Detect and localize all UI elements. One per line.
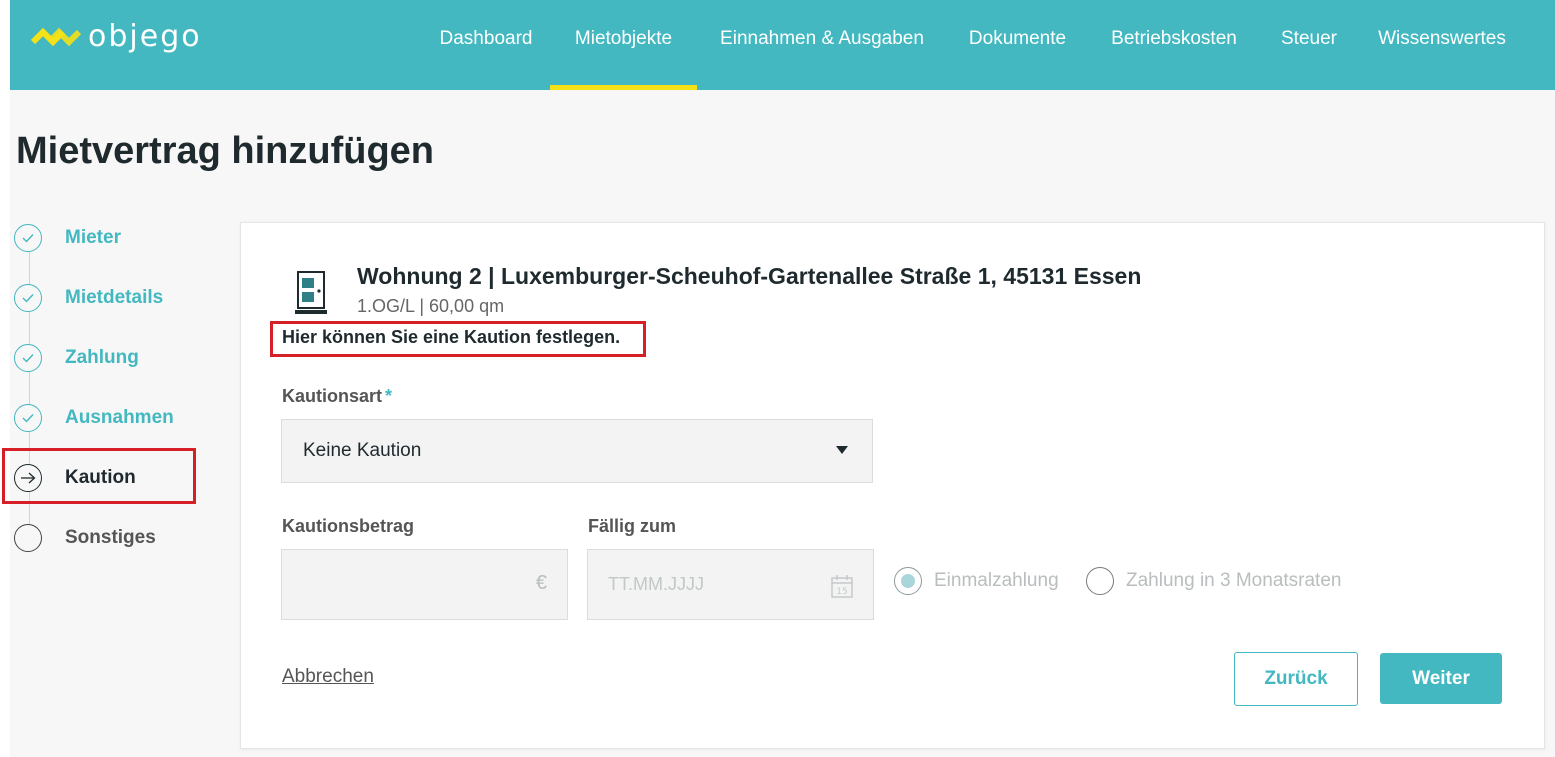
back-button[interactable]: Zurück (1234, 652, 1358, 706)
calendar-icon[interactable]: 15 (831, 574, 853, 598)
calendar-day-number: 15 (836, 587, 847, 597)
radio-einmalzahlung[interactable]: Einmalzahlung (894, 567, 1059, 595)
step-sonstiges[interactable]: Sonstiges (14, 522, 156, 554)
step-ausnahmen[interactable]: Ausnahmen (14, 402, 174, 434)
deposit-type-selected-value: Keine Kaution (303, 440, 422, 461)
nav-item-mietobjekte[interactable]: Mietobjekte (550, 0, 697, 90)
next-button[interactable]: Weiter (1380, 653, 1502, 704)
check-icon (14, 344, 42, 372)
step-label: Mieter (65, 227, 121, 248)
radio-label: Einmalzahlung (934, 570, 1059, 591)
deposit-type-label: Kautionsart * (282, 386, 392, 407)
nav-item-dokumente[interactable]: Dokumente (960, 0, 1075, 90)
radio-monatsraten[interactable]: Zahlung in 3 Monatsraten (1086, 567, 1341, 595)
step-zahlung[interactable]: Zahlung (14, 342, 139, 374)
nav-item-dashboard[interactable]: Dashboard (430, 0, 542, 90)
check-icon (14, 404, 42, 432)
deposit-hint-text: Hier können Sie eine Kaution festlegen. (282, 327, 621, 347)
step-label: Zahlung (65, 347, 139, 368)
main-nav: Dashboard Mietobjekte Einnahmen & Ausgab… (10, 0, 1555, 90)
property-subtitle: 1.OG/L | 60,00 qm (357, 296, 505, 316)
radio-unchecked-icon (1086, 567, 1114, 595)
euro-icon: € (535, 572, 547, 594)
deposit-type-label-text: Kautionsart (282, 386, 383, 406)
step-mietdetails[interactable]: Mietdetails (14, 282, 163, 314)
step-label: Mietdetails (65, 287, 164, 308)
nav-item-betriebskosten[interactable]: Betriebskosten (1104, 0, 1244, 90)
cancel-link[interactable]: Abbrechen (282, 666, 374, 688)
due-date-label: Fällig zum (588, 516, 677, 536)
step-label: Kaution (65, 467, 136, 488)
arrow-right-icon (14, 464, 42, 492)
radio-label: Zahlung in 3 Monatsraten (1126, 570, 1342, 591)
deposit-amount-field[interactable]: € (281, 549, 568, 620)
deposit-form-card: Wohnung 2 | Luxemburger-Scheuhof-Gartena… (240, 222, 1545, 749)
door-icon (295, 271, 327, 314)
nav-item-steuer[interactable]: Steuer (1274, 0, 1344, 90)
due-date-field[interactable]: 15 (587, 549, 874, 620)
nav-item-einnahmen-ausgaben[interactable]: Einnahmen & Ausgaben (712, 0, 932, 90)
step-kaution[interactable]: Kaution (14, 462, 136, 494)
check-icon (14, 224, 42, 252)
page-title: Mietvertrag hinzufügen (16, 130, 435, 172)
property-title: Wohnung 2 | Luxemburger-Scheuhof-Gartena… (357, 263, 1142, 289)
step-label: Ausnahmen (65, 407, 174, 428)
caret-down-icon (836, 446, 848, 454)
radio-checked-icon (894, 567, 922, 595)
step-label: Sonstiges (65, 527, 156, 548)
nav-item-wissenswertes[interactable]: Wissenswertes (1372, 0, 1512, 90)
check-icon (14, 284, 42, 312)
deposit-amount-input[interactable] (282, 550, 567, 619)
required-mark: * (385, 386, 393, 406)
top-navigation-bar: objego Dashboard Mietobjekte Einnahmen &… (10, 0, 1555, 90)
empty-circle-icon (14, 524, 42, 552)
radio-dot (901, 574, 915, 588)
deposit-amount-label: Kautionsbetrag (282, 516, 415, 536)
deposit-type-select[interactable]: Keine Kaution (281, 419, 873, 483)
step-mieter[interactable]: Mieter (14, 222, 121, 254)
